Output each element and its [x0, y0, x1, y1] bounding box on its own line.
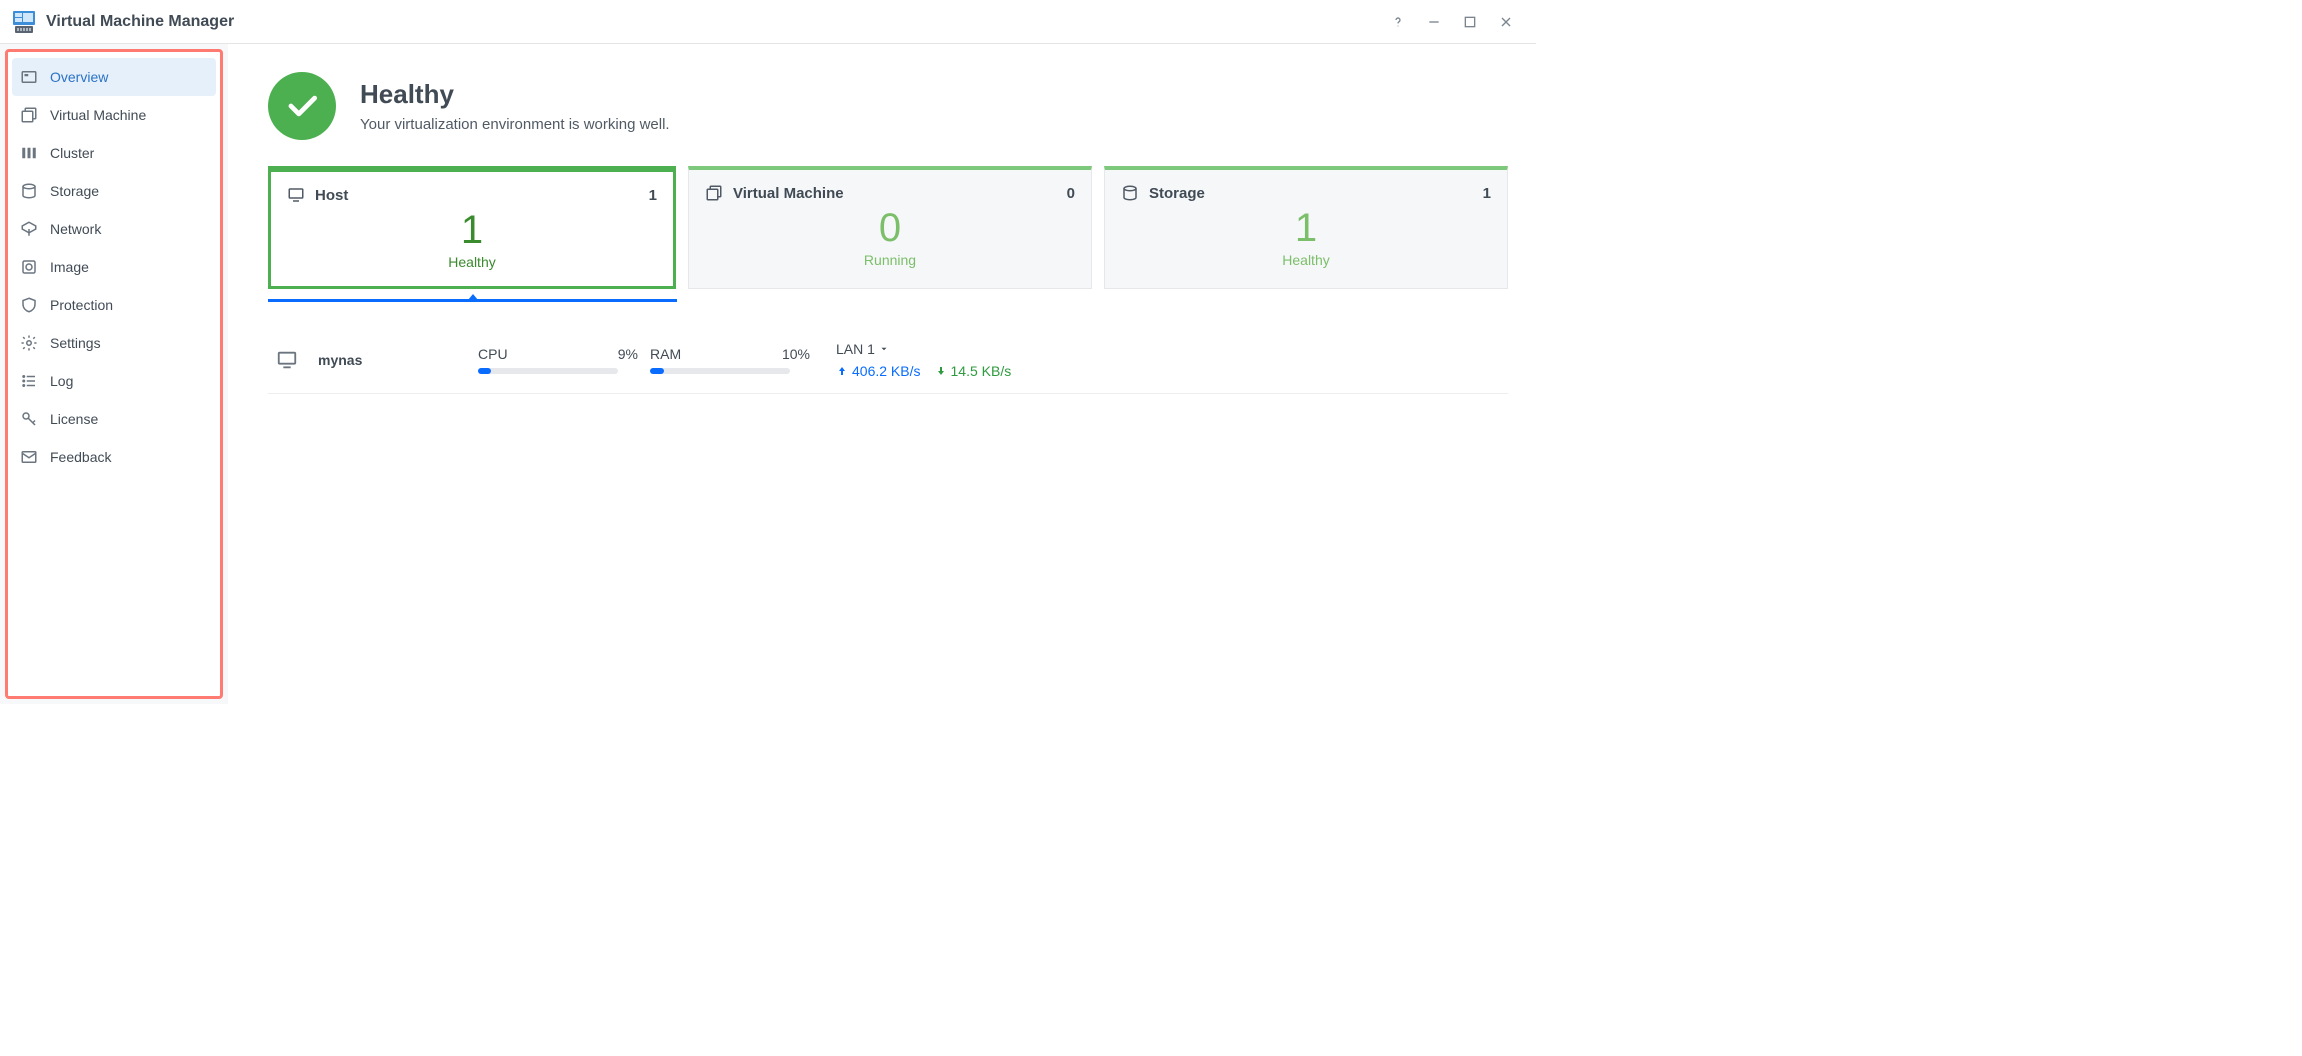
card-label: Virtual Machine	[733, 185, 844, 202]
card-sub-label: Healthy	[287, 254, 657, 270]
card-tab-indicator	[268, 289, 1508, 315]
lan-download: 14.5 KB/s	[935, 363, 1012, 379]
sidebar-item-image[interactable]: Image	[12, 248, 216, 286]
maximize-button[interactable]	[1452, 4, 1488, 40]
app-icon	[12, 10, 36, 34]
vm-icon	[20, 106, 38, 124]
sidebar-item-label: License	[50, 411, 98, 427]
card-count: 1	[1483, 185, 1491, 202]
sidebar-item-label: Storage	[50, 183, 99, 199]
sidebar-item-overview[interactable]: Overview	[12, 58, 216, 96]
sidebar-item-storage[interactable]: Storage	[12, 172, 216, 210]
sidebar-item-log[interactable]: Log	[12, 362, 216, 400]
sidebar-item-settings[interactable]: Settings	[12, 324, 216, 362]
help-button[interactable]	[1380, 4, 1416, 40]
card-virtual-machine[interactable]: Virtual Machine 0 0 Running	[688, 166, 1092, 289]
card-big-value: 1	[1121, 208, 1491, 248]
cluster-icon	[20, 144, 38, 162]
sidebar-item-network[interactable]: Network	[12, 210, 216, 248]
shield-icon	[20, 296, 38, 314]
sidebar-item-label: Protection	[50, 297, 113, 313]
minimize-button[interactable]	[1416, 4, 1452, 40]
monitor-icon	[276, 349, 300, 371]
host-row[interactable]: mynas CPU 9% RAM 10%	[268, 327, 1508, 394]
monitor-icon	[287, 186, 305, 204]
sidebar-item-label: Feedback	[50, 449, 111, 465]
lan-selector[interactable]: LAN 1	[836, 341, 1011, 357]
overview-icon	[20, 68, 38, 86]
card-storage[interactable]: Storage 1 1 Healthy	[1104, 166, 1508, 289]
storage-icon	[1121, 184, 1139, 202]
sidebar-item-virtual-machine[interactable]: Virtual Machine	[12, 96, 216, 134]
summary-cards: Host 1 1 Healthy Virtual Machine 0	[268, 166, 1508, 289]
ram-value: 10%	[782, 346, 810, 362]
cpu-label: CPU	[478, 346, 508, 362]
sidebar-item-label: Virtual Machine	[50, 107, 146, 123]
log-icon	[20, 372, 38, 390]
lan-upload: 406.2 KB/s	[836, 363, 921, 379]
card-host[interactable]: Host 1 1 Healthy	[268, 166, 676, 289]
arrow-up-icon	[836, 365, 848, 377]
sidebar-item-label: Settings	[50, 335, 101, 351]
close-button[interactable]	[1488, 4, 1524, 40]
lan-metric: LAN 1 406.2 KB/s 14.5 KB/s	[836, 341, 1011, 379]
card-label: Host	[315, 187, 348, 204]
status-healthy-icon	[268, 72, 336, 140]
sidebar-item-feedback[interactable]: Feedback	[12, 438, 216, 476]
image-icon	[20, 258, 38, 276]
network-icon	[20, 220, 38, 238]
sidebar-item-label: Image	[50, 259, 89, 275]
app-window: Virtual Machine Manager Overview Virtua	[0, 0, 1536, 704]
card-sub-label: Healthy	[1121, 252, 1491, 268]
mail-icon	[20, 448, 38, 466]
cpu-metric: CPU 9%	[478, 346, 638, 374]
arrow-down-icon	[935, 365, 947, 377]
cpu-value: 9%	[618, 346, 638, 362]
storage-icon	[20, 182, 38, 200]
gear-icon	[20, 334, 38, 352]
sidebar-item-license[interactable]: License	[12, 400, 216, 438]
ram-label: RAM	[650, 346, 681, 362]
card-label: Storage	[1149, 185, 1205, 202]
sidebar-item-label: Cluster	[50, 145, 94, 161]
sidebar-item-label: Overview	[50, 69, 108, 85]
status-title: Healthy	[360, 79, 670, 110]
sidebar-item-label: Log	[50, 373, 73, 389]
sidebar-item-cluster[interactable]: Cluster	[12, 134, 216, 172]
card-count: 0	[1067, 185, 1075, 202]
status-header: Healthy Your virtualization environment …	[268, 72, 1508, 140]
window-title: Virtual Machine Manager	[46, 13, 234, 31]
sidebar-item-label: Network	[50, 221, 101, 237]
card-count: 1	[649, 187, 657, 204]
lan-label: LAN 1	[836, 341, 875, 357]
key-icon	[20, 410, 38, 428]
host-name: mynas	[318, 352, 478, 368]
sidebar-item-protection[interactable]: Protection	[12, 286, 216, 324]
vm-icon	[705, 184, 723, 202]
ram-metric: RAM 10%	[650, 346, 810, 374]
main-content: Healthy Your virtualization environment …	[228, 44, 1536, 704]
sidebar: Overview Virtual Machine Cluster Storage…	[5, 49, 223, 699]
chevron-down-icon	[879, 344, 889, 354]
card-big-value: 1	[287, 210, 657, 250]
status-subtitle: Your virtualization environment is worki…	[360, 116, 670, 133]
card-sub-label: Running	[705, 252, 1075, 268]
card-big-value: 0	[705, 208, 1075, 248]
titlebar: Virtual Machine Manager	[0, 0, 1536, 44]
